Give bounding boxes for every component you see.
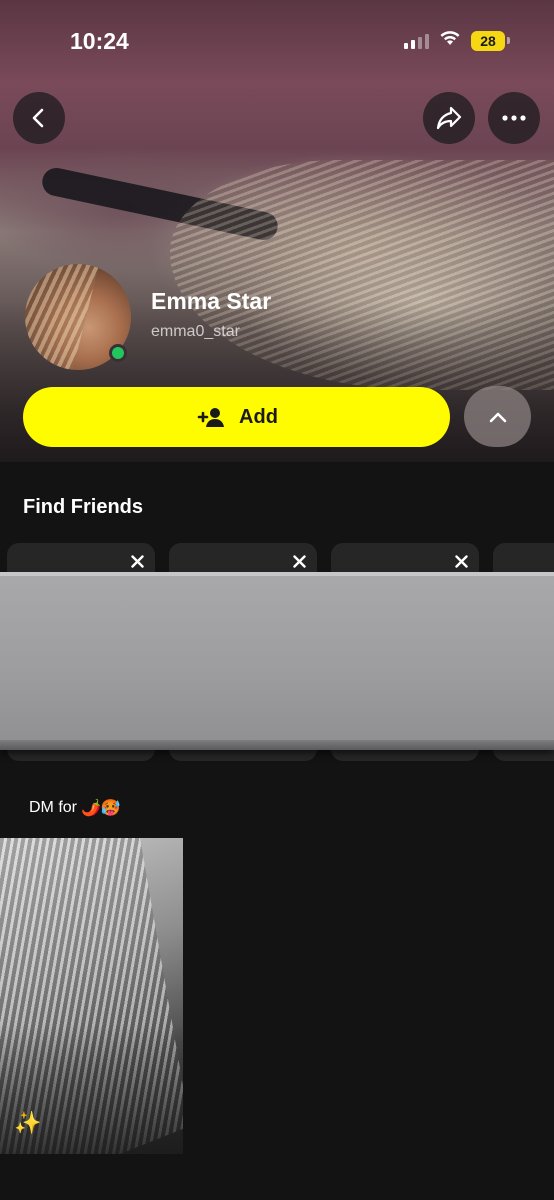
status-time: 10:24 (70, 28, 129, 54)
back-button[interactable] (13, 92, 65, 144)
redaction-cover (0, 572, 554, 750)
status-icons: 28 (404, 30, 510, 51)
battery-level: 28 (471, 30, 505, 51)
dismiss-suggestion-button[interactable] (451, 551, 471, 571)
close-icon (130, 554, 144, 568)
display-name: Emma Star (151, 288, 272, 314)
share-arrow-icon (436, 106, 462, 130)
find-friends-title: Find Friends (23, 496, 143, 518)
story-caption-text: DM for (29, 799, 77, 816)
collapse-button[interactable] (464, 386, 531, 447)
online-status-indicator (109, 344, 127, 362)
add-friend-icon (197, 408, 225, 427)
dismiss-suggestion-button[interactable] (127, 551, 147, 571)
story-caption: DM for 🌶️🥵 (29, 798, 121, 818)
cellular-signal-icon (404, 33, 429, 49)
add-button-label: Add (239, 405, 278, 428)
sparkles-emoji: ✨ (14, 1110, 42, 1135)
story-caption-emojis: 🌶️🥵 (81, 800, 121, 817)
more-options-button[interactable] (488, 92, 540, 144)
battery-icon: 28 (471, 30, 510, 51)
wifi-icon (439, 30, 461, 51)
chevron-left-icon (32, 108, 44, 128)
dismiss-suggestion-button[interactable] (289, 551, 309, 571)
close-icon (292, 554, 306, 568)
chevron-up-icon (489, 412, 506, 422)
close-icon (454, 554, 468, 568)
more-horizontal-icon (502, 115, 526, 121)
add-friend-button[interactable]: Add (23, 387, 450, 447)
story-thumbnail[interactable] (0, 838, 183, 1154)
username: emma0_star (151, 323, 240, 340)
share-button[interactable] (423, 92, 475, 144)
